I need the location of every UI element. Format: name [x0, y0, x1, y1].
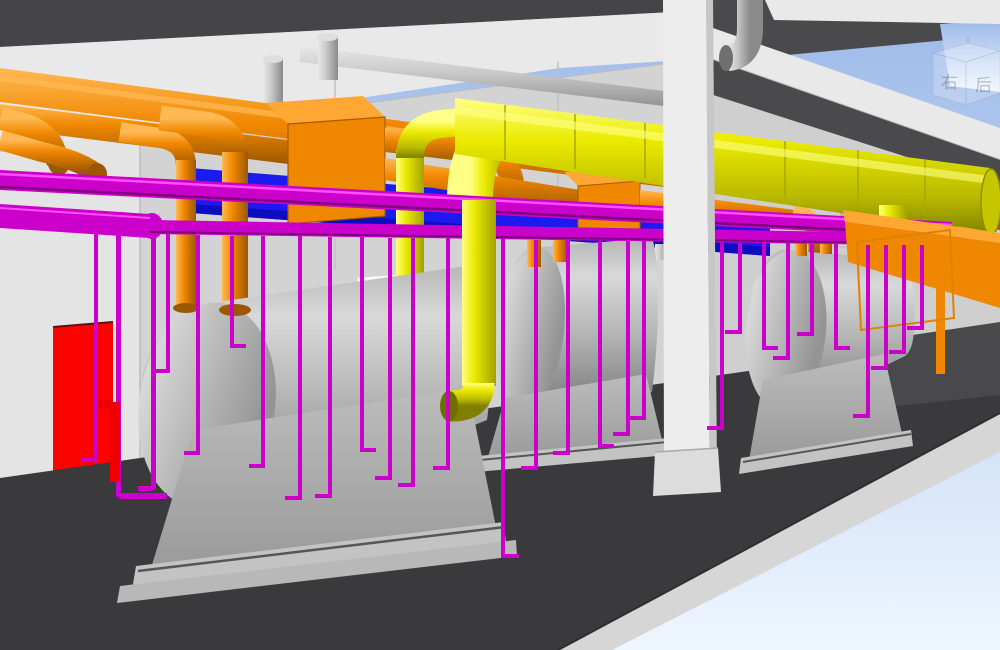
pipe-drop	[328, 237, 332, 498]
pipe-drop	[738, 243, 742, 334]
pipe-drop-foot	[232, 344, 246, 348]
pipe-drop-foot	[249, 464, 263, 468]
pipe-drop-foot	[521, 466, 536, 470]
pipe-drop-foot	[398, 483, 413, 487]
pipe-drop-foot	[613, 432, 628, 436]
pipe-drop-foot	[871, 366, 886, 370]
roof-beam-top-right[interactable]	[765, 0, 1000, 24]
pipe-drop-foot	[184, 451, 198, 455]
pipe-drop-foot	[138, 486, 153, 491]
pipe-drop	[902, 245, 906, 354]
gray-pipe-open-end	[719, 45, 733, 71]
pipe-drop	[642, 241, 646, 420]
pipe-drop	[566, 240, 570, 455]
pipe-drop-foot	[362, 448, 376, 452]
stub-flange-1	[173, 303, 199, 313]
view-cube-right-label[interactable]: 右	[941, 73, 958, 93]
pipe-drop	[786, 243, 790, 360]
pipe-drop-foot	[553, 451, 568, 455]
pipe-drop	[866, 245, 870, 418]
gray-pipe-cap	[318, 33, 338, 41]
yellow-riser-2-body	[462, 200, 496, 386]
pipe-drop-foot	[315, 494, 330, 498]
pipe-drop	[626, 241, 630, 436]
pipe-drop	[810, 244, 814, 336]
pipe-drop-foot	[375, 476, 390, 480]
gray-pipe-riser-1	[318, 36, 338, 80]
red-pipe-riser	[110, 402, 120, 482]
pipe-drop-foot	[153, 369, 168, 373]
pipe-drop-foot	[81, 458, 96, 462]
pipe-drop	[360, 237, 364, 452]
pipe-drop	[411, 238, 415, 487]
column-front-face	[663, 0, 710, 470]
pipe-drop	[388, 238, 392, 480]
pipe-drop	[230, 236, 234, 348]
pipe-drop-foot	[764, 346, 778, 350]
pipe-drop	[446, 238, 450, 470]
pipe-drop-foot	[889, 350, 904, 354]
pipe-drop	[920, 245, 924, 330]
pipe-drop-foot	[797, 332, 812, 336]
cad-3d-viewport[interactable]: 右 后	[0, 0, 1000, 650]
pipe-drop-foot	[725, 330, 740, 334]
pipe-drop	[720, 242, 724, 430]
gray-pipe-cap-2	[263, 55, 283, 63]
yellow-duct-end-cap	[981, 169, 1000, 235]
pipe-drop-foot	[853, 414, 868, 418]
pipe-drop	[884, 245, 888, 370]
pipe-drop-foot	[707, 426, 722, 430]
stub-flange-2	[219, 304, 251, 316]
pipe-drop-foot	[907, 326, 922, 330]
pipe-drop	[501, 239, 505, 558]
pipe-drop-foot	[773, 356, 788, 360]
pipe-drop	[762, 243, 766, 350]
pipe-drop-foot	[836, 346, 850, 350]
pipe-drop	[834, 244, 838, 350]
pipe-drop	[196, 235, 200, 455]
red-pipe-elbow	[98, 400, 112, 408]
pipe-drop-foot	[433, 466, 448, 470]
pipe-drop	[261, 236, 265, 468]
pipe-drop	[598, 241, 602, 448]
tank-2-stub-2	[553, 237, 567, 262]
pipe-drop-foot	[285, 496, 300, 500]
pipe-drop	[298, 236, 302, 500]
pipe-drop	[166, 234, 170, 373]
pipe-drop-foot	[119, 493, 167, 499]
pipe-drop	[94, 228, 98, 462]
pipe-drop-foot	[600, 444, 614, 448]
model-canvas[interactable]: 右 后	[0, 0, 1000, 650]
pipe-drop	[534, 240, 538, 470]
pipe-drop-foot	[629, 416, 644, 420]
pipe-drop	[151, 234, 156, 490]
pipe-drop-foot	[503, 554, 519, 558]
column-base	[653, 448, 721, 496]
view-cube-back-label[interactable]: 后	[975, 76, 992, 96]
